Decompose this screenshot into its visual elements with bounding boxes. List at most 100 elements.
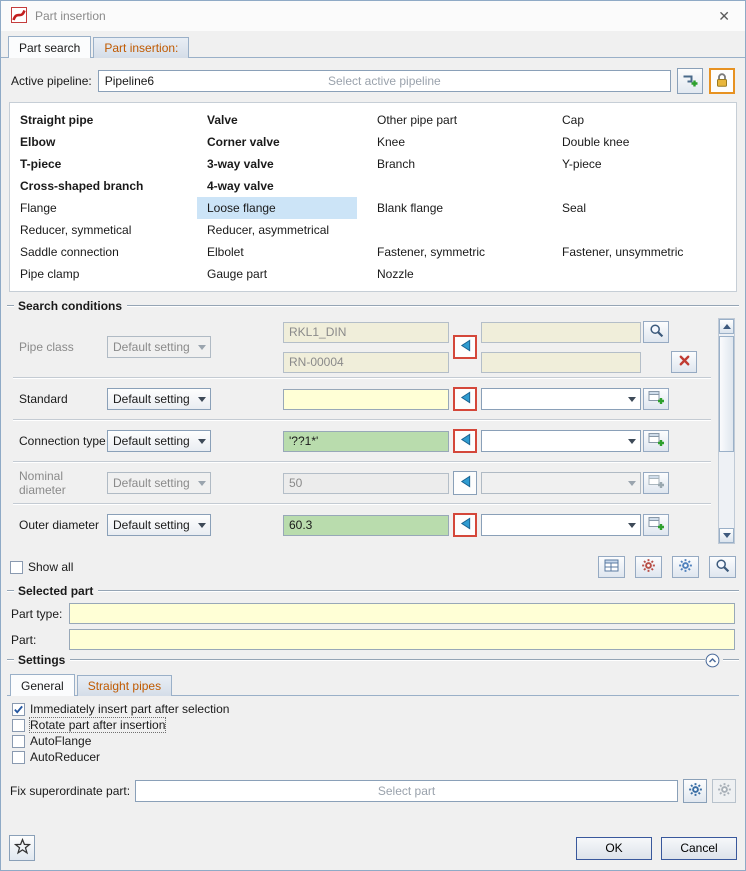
part-type-item[interactable]: Valve xyxy=(197,109,357,131)
fix-superordinate-input[interactable]: Select part xyxy=(135,780,678,802)
table-settings-button[interactable] xyxy=(598,556,625,578)
scrollbar-thumb[interactable] xyxy=(719,336,734,452)
settings-gear-blue-button[interactable] xyxy=(672,556,699,578)
clear-pipe-class-button[interactable] xyxy=(671,351,697,373)
run-search-button[interactable] xyxy=(709,556,736,578)
value-select-combo[interactable] xyxy=(481,514,641,536)
part-type-item[interactable]: Elbolet xyxy=(197,241,357,263)
ok-button[interactable]: OK xyxy=(576,837,652,860)
settings-header: Settings xyxy=(7,653,739,667)
fix-part-gear-disabled-button xyxy=(712,779,736,803)
active-pipeline-label: Active pipeline: xyxy=(11,74,92,88)
part-type-item[interactable]: Gauge part xyxy=(197,263,357,285)
catalog-search-button[interactable] xyxy=(643,321,669,343)
part-type-item[interactable]: Reducer, asymmetrical xyxy=(197,219,357,241)
transfer-left-button[interactable] xyxy=(453,429,477,453)
part-type-item[interactable]: Seal xyxy=(552,197,726,219)
lock-pipeline-button[interactable] xyxy=(709,68,735,94)
close-icon[interactable]: ✕ xyxy=(713,6,735,27)
row-separator xyxy=(13,419,711,421)
default-setting-combo[interactable]: Default setting xyxy=(107,514,211,536)
settings-tabstrip: General Straight pipes xyxy=(7,669,739,696)
tab-part-search[interactable]: Part search xyxy=(8,36,91,58)
add-condition-button[interactable] xyxy=(643,514,669,536)
settings-title: Settings xyxy=(18,653,65,667)
part-type-item[interactable]: Other pipe part xyxy=(367,109,542,131)
part-type-item[interactable]: Nozzle xyxy=(367,263,542,285)
show-all-checkbox[interactable] xyxy=(10,561,23,574)
search-scrollbar[interactable] xyxy=(718,318,735,544)
star-icon xyxy=(14,838,31,858)
transfer-left-button[interactable] xyxy=(453,471,477,495)
part-type-item[interactable]: Flange xyxy=(10,197,187,219)
search-value-field[interactable]: '??1*' xyxy=(283,431,449,452)
settings-checkbox[interactable] xyxy=(12,751,25,764)
tab-straight-pipes[interactable]: Straight pipes xyxy=(77,675,172,696)
settings-checkbox[interactable] xyxy=(12,735,25,748)
part-type-item[interactable]: Pipe clamp xyxy=(10,263,187,285)
part-field[interactable] xyxy=(69,629,735,650)
settings-checkbox-label[interactable]: AutoFlange xyxy=(30,734,91,748)
settings-checkbox-label[interactable]: Immediately insert part after selection xyxy=(30,702,229,716)
part-type-item[interactable]: Elbow xyxy=(10,131,187,153)
part-type-item[interactable]: Y-piece xyxy=(552,153,726,175)
settings-checkbox[interactable] xyxy=(12,703,25,716)
part-type-item[interactable]: Straight pipe xyxy=(10,109,187,131)
part-type-item[interactable]: Saddle connection xyxy=(10,241,187,263)
app-icon xyxy=(11,7,27,26)
settings-checkbox-label[interactable]: AutoReducer xyxy=(30,750,100,764)
transfer-left-button[interactable] xyxy=(453,335,477,359)
part-type-item[interactable]: Fastener, unsymmetric xyxy=(552,241,726,263)
part-type-item[interactable]: 3-way valve xyxy=(197,153,357,175)
tab-general[interactable]: General xyxy=(10,674,75,696)
footer: OK Cancel xyxy=(1,829,745,870)
scroll-down-button[interactable] xyxy=(719,528,734,543)
tab-part-insertion[interactable]: Part insertion: xyxy=(93,37,189,58)
part-type-item[interactable]: Loose flange xyxy=(197,197,357,219)
scrollbar-track[interactable] xyxy=(719,334,734,528)
part-type-item[interactable]: Knee xyxy=(367,131,542,153)
transfer-left-button[interactable] xyxy=(453,513,477,537)
window-title: Part insertion xyxy=(35,9,705,23)
row-separator xyxy=(13,377,711,379)
value-select-combo[interactable] xyxy=(481,388,641,410)
search-value-field[interactable] xyxy=(283,389,449,410)
default-setting-combo: Default setting xyxy=(107,336,211,358)
favorites-button[interactable] xyxy=(9,835,35,861)
part-type-item[interactable]: Cross-shaped branch xyxy=(10,175,187,197)
settings-checkbox-label[interactable]: Rotate part after insertion xyxy=(30,718,165,732)
search-value-field[interactable]: 60.3 xyxy=(283,515,449,536)
active-pipeline-input[interactable]: Select active pipeline Pipeline6 xyxy=(98,70,671,92)
settings-gear-red-button[interactable] xyxy=(635,556,662,578)
transfer-left-button[interactable] xyxy=(453,387,477,411)
new-pipeline-button[interactable] xyxy=(677,68,703,94)
part-type-item[interactable]: T-piece xyxy=(10,153,187,175)
add-condition-button[interactable] xyxy=(643,430,669,452)
part-type-item[interactable]: Reducer, symmetical xyxy=(10,219,187,241)
show-all-row: Show all xyxy=(1,549,745,581)
value-select-combo[interactable] xyxy=(481,430,641,452)
collapse-settings-button[interactable] xyxy=(705,653,720,668)
part-type-item[interactable]: 4-way valve xyxy=(197,175,357,197)
chevron-down-icon xyxy=(628,523,636,528)
scroll-up-button[interactable] xyxy=(719,319,734,334)
part-type-item[interactable]: Double knee xyxy=(552,131,726,153)
settings-checkbox[interactable] xyxy=(12,719,25,732)
search-value-field: RN-00004 xyxy=(283,352,449,373)
part-type-item[interactable]: Cap xyxy=(552,109,726,131)
part-type-item[interactable]: Blank flange xyxy=(367,197,542,219)
group-line xyxy=(7,590,14,592)
selected-part-group: Selected part Part type: Part: xyxy=(7,584,739,650)
cancel-button[interactable]: Cancel xyxy=(661,837,737,860)
fix-part-gear-button[interactable] xyxy=(683,779,707,803)
gear-blue-icon xyxy=(688,782,703,800)
default-setting-combo[interactable]: Default setting xyxy=(107,388,211,410)
part-type-item[interactable]: Corner valve xyxy=(197,131,357,153)
part-type-item[interactable]: Branch xyxy=(367,153,542,175)
default-setting-combo[interactable]: Default setting xyxy=(107,430,211,452)
row-label: Nominal diameter xyxy=(13,469,107,497)
part-type-item[interactable]: Fastener, symmetric xyxy=(367,241,542,263)
group-line xyxy=(7,659,14,661)
part-type-field[interactable] xyxy=(69,603,735,624)
add-condition-button[interactable] xyxy=(643,388,669,410)
